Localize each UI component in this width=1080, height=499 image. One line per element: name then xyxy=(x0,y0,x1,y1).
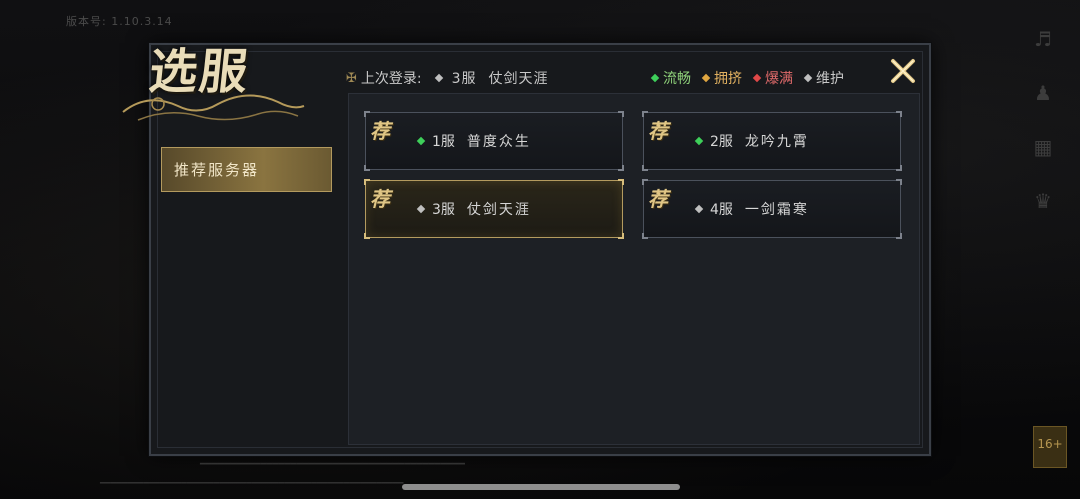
server-label: 4服 一剑霜寒 xyxy=(694,199,809,219)
service-icon[interactable]: ♛ xyxy=(1030,188,1056,214)
page-title: 选服 xyxy=(146,44,253,100)
server-num: 3服 xyxy=(432,202,455,218)
close-icon[interactable] xyxy=(888,56,918,86)
legend-item: 维护 xyxy=(803,68,844,88)
server-card-selected[interactable]: 荐 3服 仗剑天涯 xyxy=(364,179,624,239)
server-label: 3服 仗剑天涯 xyxy=(416,199,531,219)
server-num: 2服 xyxy=(710,134,733,150)
last-login-row[interactable]: ✠ 上次登录: 3服 仗剑天涯 xyxy=(346,68,549,88)
server-card[interactable]: 荐 1服 普度众生 xyxy=(364,111,624,171)
legend-item: 爆满 xyxy=(752,68,793,88)
server-name: 一剑霜寒 xyxy=(744,202,809,218)
home-indicator[interactable] xyxy=(402,484,680,490)
server-name: 普度众生 xyxy=(466,134,531,150)
last-login-server-num: 3服 xyxy=(451,71,477,87)
side-toolbar: ♬ ♟ ▦ ♛ xyxy=(1030,26,1058,242)
legend-label: 拥挤 xyxy=(714,71,742,87)
legend-item: 流畅 xyxy=(650,68,691,88)
recommend-tag: 荐 xyxy=(370,119,390,143)
notice-icon[interactable]: ▦ xyxy=(1030,134,1056,160)
server-num: 4服 xyxy=(710,202,733,218)
server-label: 2服 龙吟九霄 xyxy=(694,131,809,151)
login-marker-icon: ✠ xyxy=(346,70,357,86)
recommend-tag: 荐 xyxy=(648,187,668,211)
status-dot xyxy=(701,73,711,83)
status-dot xyxy=(416,136,426,146)
legend-item: 拥挤 xyxy=(701,68,742,88)
copyright-line: ━━━━━━━━━━━━━━━━━━━━━━━━━━━━━━━━━━━━━━━━… xyxy=(100,479,404,489)
server-list: 荐 1服 普度众生 荐 2服 龙吟九霄 荐 3服 仗剑天涯 荐 4服 一剑霜寒 xyxy=(348,93,920,445)
user-icon[interactable]: ♟ xyxy=(1030,80,1056,106)
recommend-tag: 荐 xyxy=(648,119,668,143)
status-dot xyxy=(694,204,704,214)
server-num: 1服 xyxy=(432,134,455,150)
last-login-label: 上次登录: xyxy=(360,71,422,87)
health-notice: ━━━━━━━━━━━━━━━━━━━━━━━━━━━━━━━━━━━━━━━━… xyxy=(200,459,465,470)
legend-label: 爆满 xyxy=(765,71,793,87)
legend-label: 维护 xyxy=(816,71,844,87)
status-dot xyxy=(752,73,762,83)
server-name: 仗剑天涯 xyxy=(466,202,531,218)
legend-label: 流畅 xyxy=(663,71,691,87)
status-dot xyxy=(434,73,443,83)
tab-recommended-servers[interactable]: 推荐服务器 xyxy=(161,147,332,192)
recommend-tag: 荐 xyxy=(370,187,390,211)
server-card[interactable]: 荐 4服 一剑霜寒 xyxy=(642,179,902,239)
status-legend: 流畅 拥挤 爆满 维护 xyxy=(650,68,856,88)
server-name: 龙吟九霄 xyxy=(744,134,809,150)
status-dot xyxy=(803,73,813,83)
age-rating-badge: 16+ xyxy=(1033,426,1067,468)
server-card[interactable]: 荐 2服 龙吟九霄 xyxy=(642,111,902,171)
version-label: 版本号: 1.10.3.14 xyxy=(66,15,173,28)
server-label: 1服 普度众生 xyxy=(416,131,531,151)
status-dot xyxy=(694,136,704,146)
speaker-icon[interactable]: ♬ xyxy=(1030,26,1056,52)
status-dot xyxy=(416,204,426,214)
last-login-server-name: 仗剑天涯 xyxy=(488,71,549,87)
status-dot xyxy=(650,73,660,83)
